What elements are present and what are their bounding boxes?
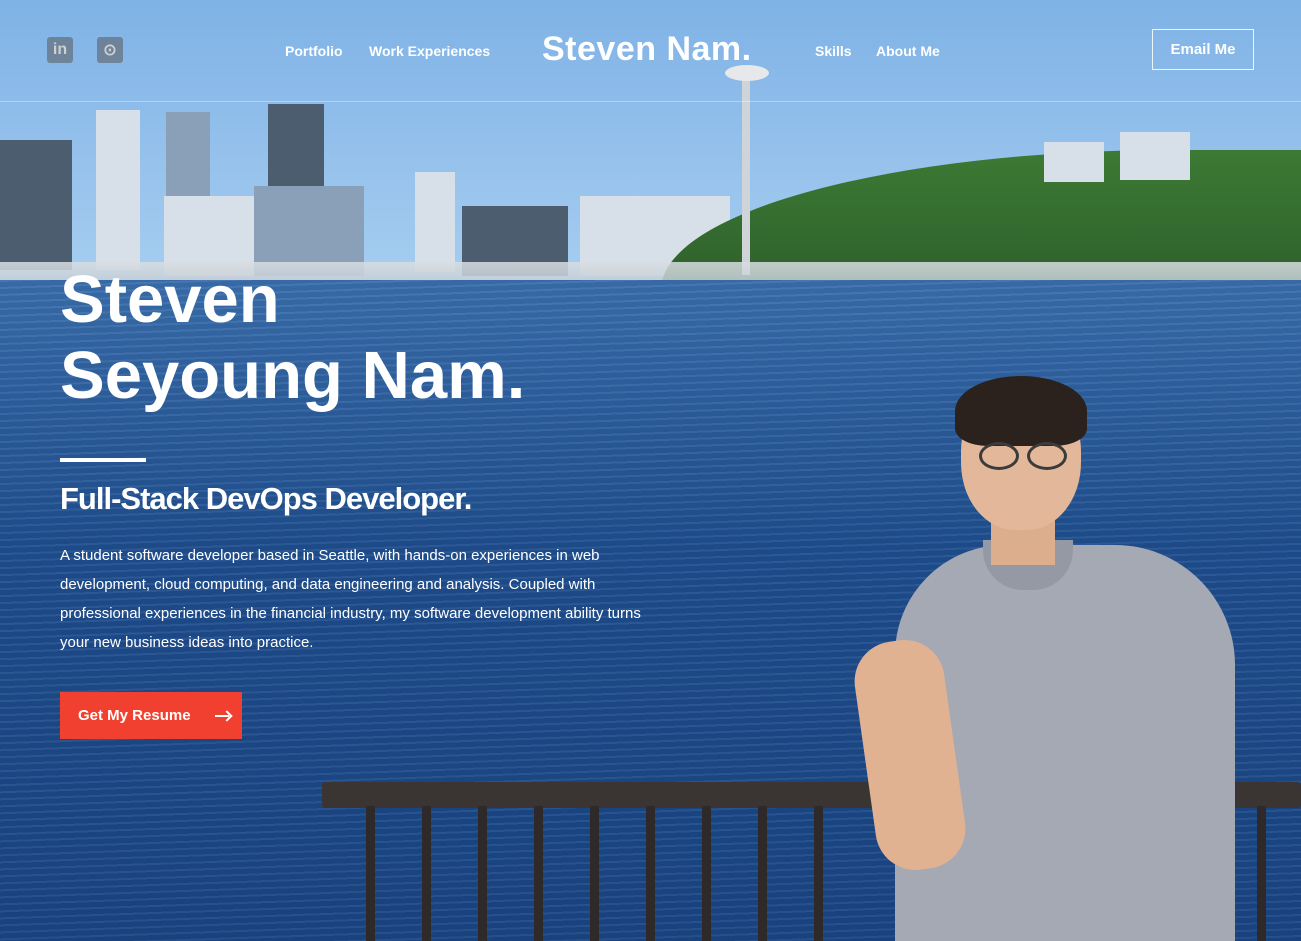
railing-post bbox=[702, 806, 711, 941]
building bbox=[1120, 132, 1190, 180]
portrait-photo bbox=[849, 376, 1245, 941]
hero-description: A student software developer based in Se… bbox=[60, 547, 641, 651]
nav-link-portfolio[interactable]: Portfolio bbox=[285, 43, 343, 59]
building bbox=[415, 172, 455, 272]
hero-background-photo bbox=[0, 0, 1301, 941]
linkedin-icon[interactable]: in bbox=[47, 37, 73, 63]
github-icon[interactable]: ⊙ bbox=[97, 37, 123, 63]
railing-post bbox=[758, 806, 767, 941]
building bbox=[96, 110, 140, 270]
hero-divider bbox=[60, 458, 146, 462]
railing-post bbox=[1257, 806, 1266, 941]
railing-post bbox=[814, 806, 823, 941]
site-header: in ⊙ Portfolio Work Experiences Steven N… bbox=[0, 0, 1301, 102]
railing-post bbox=[478, 806, 487, 941]
building bbox=[1044, 142, 1104, 182]
space-needle bbox=[742, 75, 750, 275]
email-me-button[interactable]: Email Me bbox=[1152, 29, 1254, 70]
railing-post bbox=[366, 806, 375, 941]
hero-name: Steven Seyoung Nam. bbox=[60, 262, 525, 414]
hero-role: Full-Stack DevOps Developer. bbox=[60, 481, 472, 516]
building bbox=[0, 140, 72, 270]
hair bbox=[955, 376, 1087, 446]
railing-post bbox=[590, 806, 599, 941]
nav-link-about-me[interactable]: About Me bbox=[876, 43, 940, 59]
arrow-right-icon bbox=[214, 711, 231, 721]
hero-name-line2: Seyoung Nam. bbox=[60, 338, 526, 413]
railing-post bbox=[422, 806, 431, 941]
site-brand[interactable]: Steven Nam. bbox=[542, 30, 752, 69]
railing-post bbox=[646, 806, 655, 941]
nav-link-skills[interactable]: Skills bbox=[815, 43, 852, 59]
railing-post bbox=[534, 806, 543, 941]
hero-name-line1: Steven bbox=[60, 262, 280, 337]
get-resume-label: Get My Resume bbox=[78, 707, 191, 724]
get-resume-button[interactable]: Get My Resume bbox=[60, 692, 242, 739]
nav-link-work-experiences[interactable]: Work Experiences bbox=[369, 43, 490, 59]
glasses bbox=[973, 442, 1073, 472]
